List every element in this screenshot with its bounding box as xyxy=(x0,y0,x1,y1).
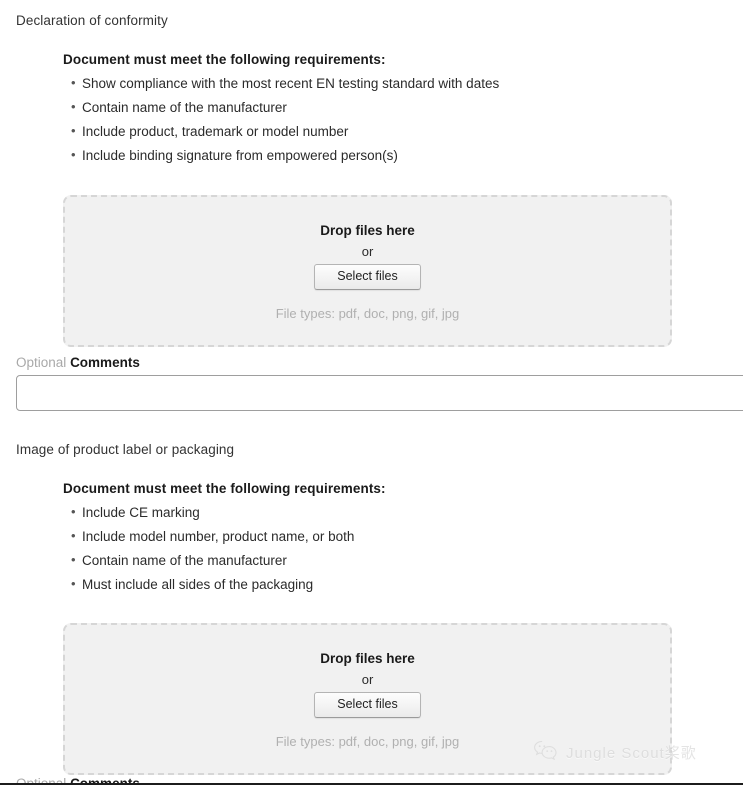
dropzone-image-of-product-label[interactable]: Drop files here or Select files File typ… xyxy=(63,623,672,775)
dropzone-file-types: File types: pdf, doc, png, gif, jpg xyxy=(275,306,460,321)
optional-word: Optional xyxy=(16,355,67,370)
list-item: Include binding signature from empowered… xyxy=(63,143,499,168)
dropzone-declaration-of-conformity[interactable]: Drop files here or Select files File typ… xyxy=(63,195,672,347)
section-label-declaration-of-conformity: Declaration of conformity xyxy=(16,13,168,28)
dropzone-button-wrap: Select files xyxy=(65,692,670,718)
comments-word: Comments xyxy=(70,355,140,370)
list-item: Contain name of the manufacturer xyxy=(63,548,386,573)
list-item: Include model number, product name, or b… xyxy=(63,524,386,549)
requirements-block-1: Document must meet the following require… xyxy=(63,52,499,168)
requirements-heading: Document must meet the following require… xyxy=(63,52,386,67)
dropzone-title: Drop files here xyxy=(320,651,415,666)
list-item: Contain name of the manufacturer xyxy=(63,95,499,120)
list-item: Include product, trademark or model numb… xyxy=(63,119,499,144)
select-files-button[interactable]: Select files xyxy=(314,692,421,718)
list-item: Must include all sides of the packaging xyxy=(63,572,386,597)
comments-input-1[interactable] xyxy=(16,375,743,411)
bottom-divider xyxy=(0,783,743,785)
list-item: Show compliance with the most recent EN … xyxy=(63,71,499,96)
dropzone-button-wrap: Select files xyxy=(65,264,670,290)
dropzone-title: Drop files here xyxy=(320,223,415,238)
section-label-image-of-product-label-or-packaging: Image of product label or packaging xyxy=(16,442,235,457)
list-item: Include CE marking xyxy=(63,500,386,525)
dropzone-file-types: File types: pdf, doc, png, gif, jpg xyxy=(275,734,460,749)
optional-comments-label-1: Optional Comments xyxy=(16,355,140,370)
requirements-list: Include CE marking Include model number,… xyxy=(63,500,386,597)
dropzone-or-text: or xyxy=(361,672,374,687)
select-files-button[interactable]: Select files xyxy=(314,264,421,290)
requirements-block-2: Document must meet the following require… xyxy=(63,481,386,597)
dropzone-or-text: or xyxy=(361,244,374,259)
requirements-heading: Document must meet the following require… xyxy=(63,481,386,496)
upload-form-page: Declaration of conformity Document must … xyxy=(0,0,743,788)
requirements-list: Show compliance with the most recent EN … xyxy=(63,71,499,168)
